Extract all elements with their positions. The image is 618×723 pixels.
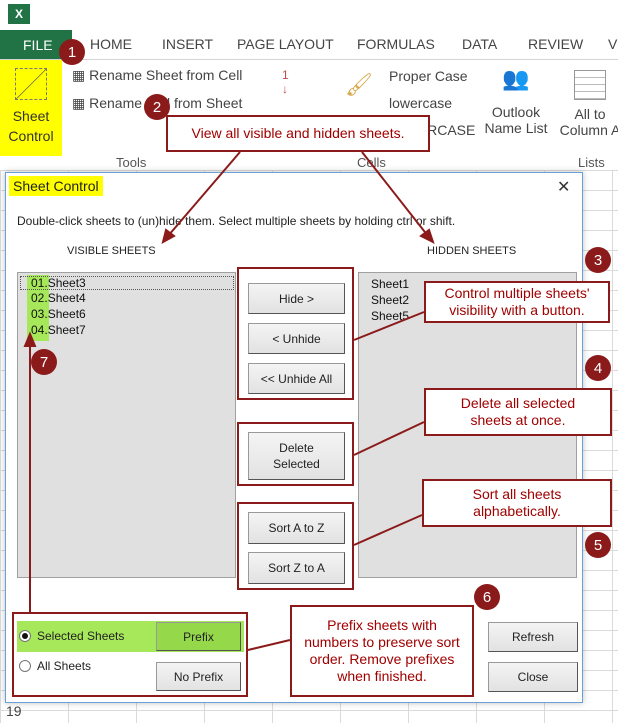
- callout-view-sheets: View all visible and hidden sheets.: [166, 115, 430, 152]
- step-number: 4: [585, 355, 611, 381]
- step-number: 5: [585, 532, 611, 558]
- callout-delete: Delete all selected sheets at once.: [424, 388, 612, 436]
- callout-sort: Sort all sheets alphabetically.: [422, 479, 612, 527]
- step-number: 1: [59, 39, 85, 65]
- step-number: 2: [144, 94, 170, 120]
- step-number: 7: [31, 349, 57, 375]
- callout-visibility: Control multiple sheets' visibility with…: [424, 281, 610, 323]
- callout-prefix: Prefix sheets with numbers to preserve s…: [290, 605, 474, 697]
- step-number: 3: [585, 247, 611, 273]
- step-number: 6: [474, 584, 500, 610]
